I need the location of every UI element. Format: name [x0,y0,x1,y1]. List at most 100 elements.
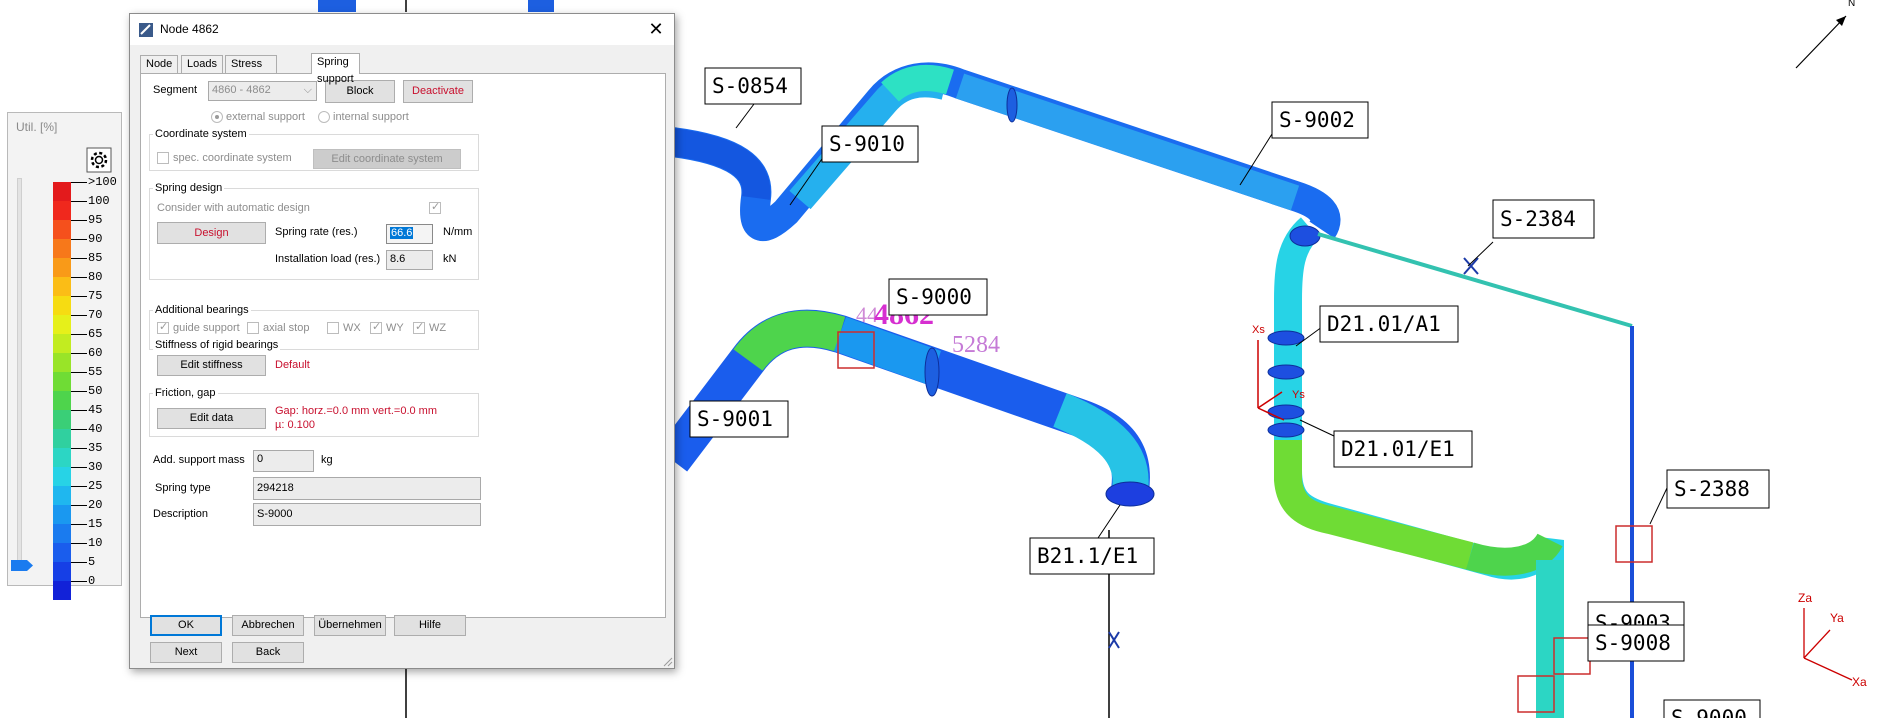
mu-text: µ: 0.100 [275,419,315,431]
dialog-titlebar[interactable]: Node 4862 ✕ [130,14,674,45]
edit-stiffness-button[interactable]: Edit stiffness [157,355,266,376]
tag-s9000-bottom[interactable]: S-9000 [1663,699,1761,718]
legend-label: 20 [88,498,103,512]
pipe-support-top-right [528,0,554,12]
wy-checkbox[interactable] [370,320,382,334]
close-icon[interactable]: ✕ [644,18,668,40]
description-input[interactable]: S-9000 [253,503,481,526]
edit-coordinate-button[interactable]: Edit coordinate system [313,149,461,169]
legend-color-swatch [53,391,71,410]
svg-text:S-2384: S-2384 [1500,207,1576,231]
guide-support-checkbox[interactable] [157,320,169,334]
svg-text:S-9002: S-9002 [1279,108,1355,132]
tab-loads[interactable]: Loads [181,55,223,73]
legend-color-swatch [53,182,71,201]
node-dialog: Node 4862 ✕ Node Loads Stress analysis S… [129,13,675,669]
tag-s9000[interactable]: S-9000 [888,278,988,316]
legend-label: 90 [88,232,103,246]
legend-label: 5 [88,555,96,569]
legend-tick [71,182,87,183]
legend-color-swatch [53,410,71,429]
legend-tick [71,581,87,582]
design-button[interactable]: Design [157,222,266,244]
gear-icon[interactable] [86,147,112,173]
wx-checkbox[interactable] [327,322,339,334]
tag-s9002[interactable]: S-9002 [1271,101,1369,139]
svg-text:D21.01/A1: D21.01/A1 [1327,312,1441,336]
tag-s0854[interactable]: S-0854 [704,67,802,105]
tag-b211-e1[interactable]: B21.1/E1 [1029,537,1155,575]
legend-slider-track[interactable] [17,178,22,562]
support-mass-input[interactable]: 0 [253,450,314,472]
apply-button[interactable]: Übernehmen [314,615,386,636]
tag-s9010[interactable]: S-9010 [821,125,919,163]
legend-slider-thumb[interactable] [11,560,33,571]
legend-tick [71,239,87,240]
chevron-down-icon: ⌵ [303,84,312,96]
legend-label: 85 [88,251,103,265]
internal-support-label: internal support [333,111,409,123]
internal-support-radio[interactable] [318,111,330,123]
external-support-radio[interactable] [211,111,223,123]
legend-label: 75 [88,289,103,303]
legend-label: 100 [88,194,110,208]
support-mass-label: Add. support mass [153,454,245,466]
legend-label: 55 [88,365,103,379]
stiffness-default-label: Default [275,359,310,371]
wz-checkbox[interactable] [413,320,425,334]
segment-select[interactable]: 4860 - 4862 ⌵ [208,81,317,101]
spring-rate-unit: N/mm [443,226,473,238]
spring-type-input[interactable]: 294218 [253,477,481,500]
legend-label: 0 [88,574,96,588]
legend-tick [71,410,87,411]
tag-s2388[interactable]: S-2388 [1666,469,1770,509]
legend-color-swatch [53,543,71,562]
auto-design-label: Consider with automatic design [157,202,310,214]
auto-design-checkbox[interactable] [429,200,441,214]
wy-label: WY [386,322,404,334]
next-button[interactable]: Next [150,642,222,663]
legend-label: 15 [88,517,103,531]
tab-node[interactable]: Node [140,55,179,73]
stiffness-group-title: Stiffness of rigid bearings [153,339,281,351]
cancel-button[interactable]: Abbrechen [232,615,304,636]
svg-text:S-9000: S-9000 [1671,706,1747,718]
resize-grip-icon[interactable] [663,657,673,667]
tab-spring-support[interactable]: Spring support [311,53,360,85]
legend-tick [71,543,87,544]
tag-s9008[interactable]: S-9008 [1587,624,1685,662]
legend-tick [71,372,87,373]
triad-xa-label: Xa [1852,675,1867,689]
segment-label: Segment [153,84,198,96]
back-button[interactable]: Back [232,642,304,663]
ok-button[interactable]: OK [150,615,222,636]
legend-label: >100 [88,175,117,189]
legend-label: 65 [88,327,103,341]
legend-color-swatch [53,372,71,391]
spring-rate-input[interactable]: 66.6 [386,224,433,244]
axial-stop-checkbox[interactable] [247,322,259,334]
pipe-vertical-d21[interactable] [1267,217,1564,718]
help-button[interactable]: Hilfe [394,615,466,636]
legend-tick [71,315,87,316]
legend-label: 50 [88,384,103,398]
tag-s9001[interactable]: S-9001 [689,400,789,438]
edit-data-button[interactable]: Edit data [157,408,266,429]
tag-s2384[interactable]: S-2384 [1492,199,1595,239]
wz-label: WZ [429,322,447,334]
spring-support-panel: Segment 4860 - 4862 ⌵ Block Deactivate e… [140,73,666,618]
deactivate-button[interactable]: Deactivate [403,80,473,103]
legend-color-swatch [53,524,71,543]
triad-za-label: Za [1798,591,1812,605]
support-mass-unit: kg [321,454,333,466]
install-load-input[interactable]: 8.6 [386,250,433,270]
tag-d2101-e1[interactable]: D21.01/E1 [1333,430,1473,468]
tag-d2101-a1[interactable]: D21.01/A1 [1319,305,1459,343]
friction-group-title: Friction, gap [153,387,218,399]
spec-coord-checkbox[interactable] [157,152,169,164]
tab-stress-analysis[interactable]: Stress analysis [225,55,277,87]
legend-color-swatch [53,334,71,353]
pipe-middle-run[interactable] [656,309,1155,649]
spring-design-group-title: Spring design [153,182,225,194]
gap-text: Gap: horz.=0.0 mm vert.=0.0 mm [275,405,438,417]
